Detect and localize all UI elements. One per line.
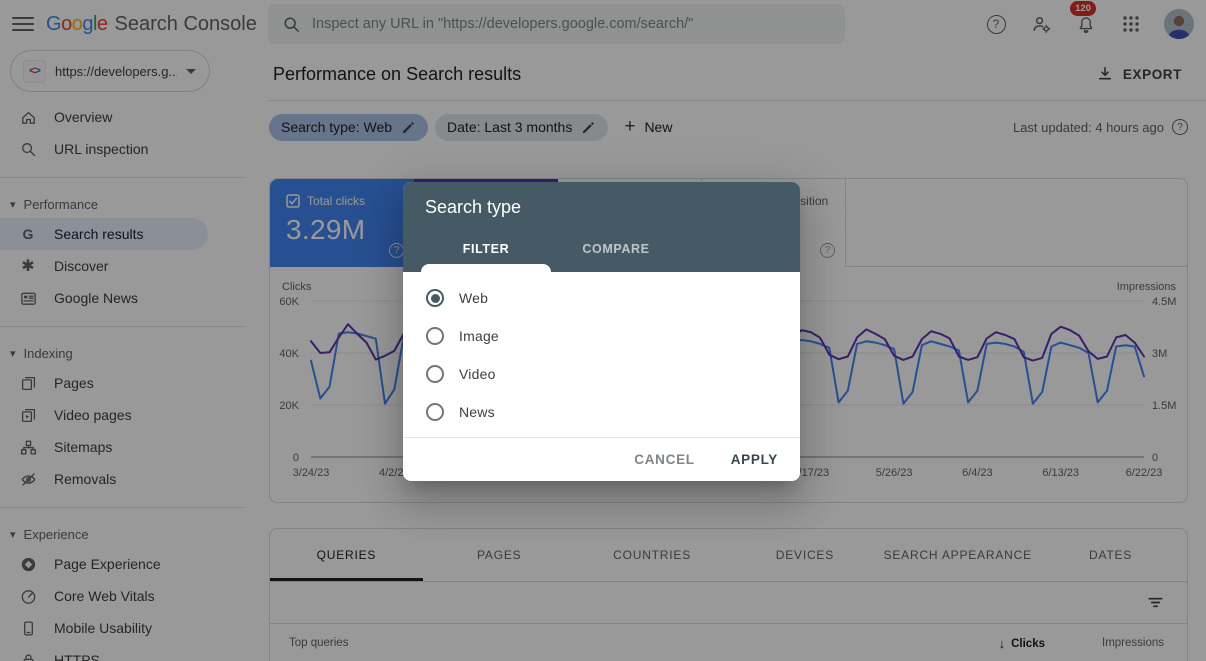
app-root: Google Search Console ? 120 <> bbox=[0, 0, 1206, 661]
dialog-title: Search type bbox=[403, 182, 800, 218]
option-label: Video bbox=[459, 366, 496, 382]
radio-checked-icon bbox=[426, 289, 444, 307]
radio-option-web[interactable]: Web bbox=[403, 279, 800, 317]
dialog-header: Search type FILTERCOMPARE bbox=[403, 182, 800, 272]
option-label: Web bbox=[459, 290, 488, 306]
option-label: News bbox=[459, 404, 495, 420]
radio-option-image[interactable]: Image bbox=[403, 317, 800, 355]
radio-unchecked-icon bbox=[426, 365, 444, 383]
dialog-tab-compare[interactable]: COMPARE bbox=[551, 234, 681, 264]
dialog-footer: CANCEL APPLY bbox=[403, 437, 800, 481]
dialog-tabs: FILTERCOMPARE bbox=[421, 234, 681, 264]
dialog-tab-filter[interactable]: FILTER bbox=[421, 234, 551, 264]
option-label: Image bbox=[459, 328, 499, 344]
apply-button[interactable]: APPLY bbox=[731, 452, 778, 467]
radio-option-video[interactable]: Video bbox=[403, 355, 800, 393]
search-type-dialog: Search type FILTERCOMPARE Web Image Video N… bbox=[403, 182, 800, 481]
cancel-button[interactable]: CANCEL bbox=[634, 452, 694, 467]
radio-unchecked-icon bbox=[426, 327, 444, 345]
radio-unchecked-icon bbox=[426, 403, 444, 421]
active-tab-indicator bbox=[421, 264, 551, 272]
dialog-options: Web Image Video News bbox=[403, 272, 800, 431]
radio-option-news[interactable]: News bbox=[403, 393, 800, 431]
